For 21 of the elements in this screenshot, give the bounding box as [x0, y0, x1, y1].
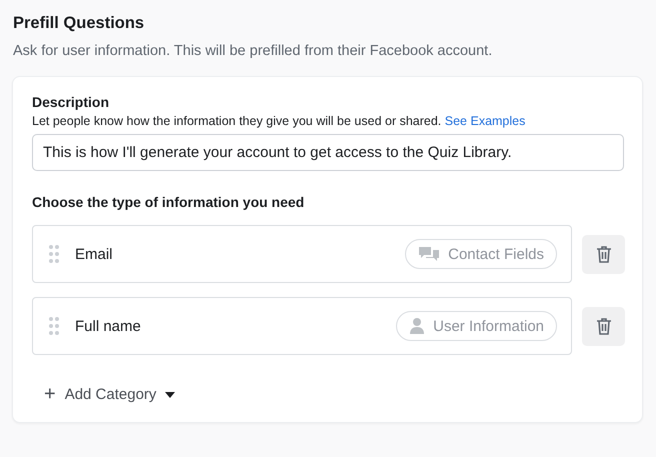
help-text: Let people know how the information they give you will be used or shared. See Examples [32, 114, 526, 128]
drag-handle-icon[interactable] [49, 317, 59, 335]
questions-heading: Choose the type of information you need [32, 194, 306, 210]
delete-button[interactable] [582, 306, 625, 346]
caret-icon [165, 392, 176, 398]
person-icon [409, 317, 426, 335]
field-label: Description [32, 94, 110, 110]
delete-button[interactable] [582, 234, 625, 274]
section-title: Prefill Questions [13, 14, 146, 33]
question-label: Email [75, 246, 114, 262]
section-subtitle: Ask for user information. This will be prefilled from their Facebook account. [13, 43, 494, 59]
see-examples-link[interactable]: See Examples [444, 114, 526, 128]
category-tag: User Information [396, 311, 557, 341]
description-field[interactable]: This is how I'll generate your account to get access to the Quiz Library. [32, 134, 624, 171]
drag-handle-icon[interactable] [49, 245, 59, 263]
add-category-button[interactable]: + Add Category [44, 383, 176, 406]
question-label: Full name [75, 318, 142, 334]
chat-bubbles-icon [418, 246, 440, 262]
trash-icon [596, 245, 612, 263]
trash-icon [596, 317, 612, 335]
category-tag: Contact Fields [405, 239, 557, 269]
